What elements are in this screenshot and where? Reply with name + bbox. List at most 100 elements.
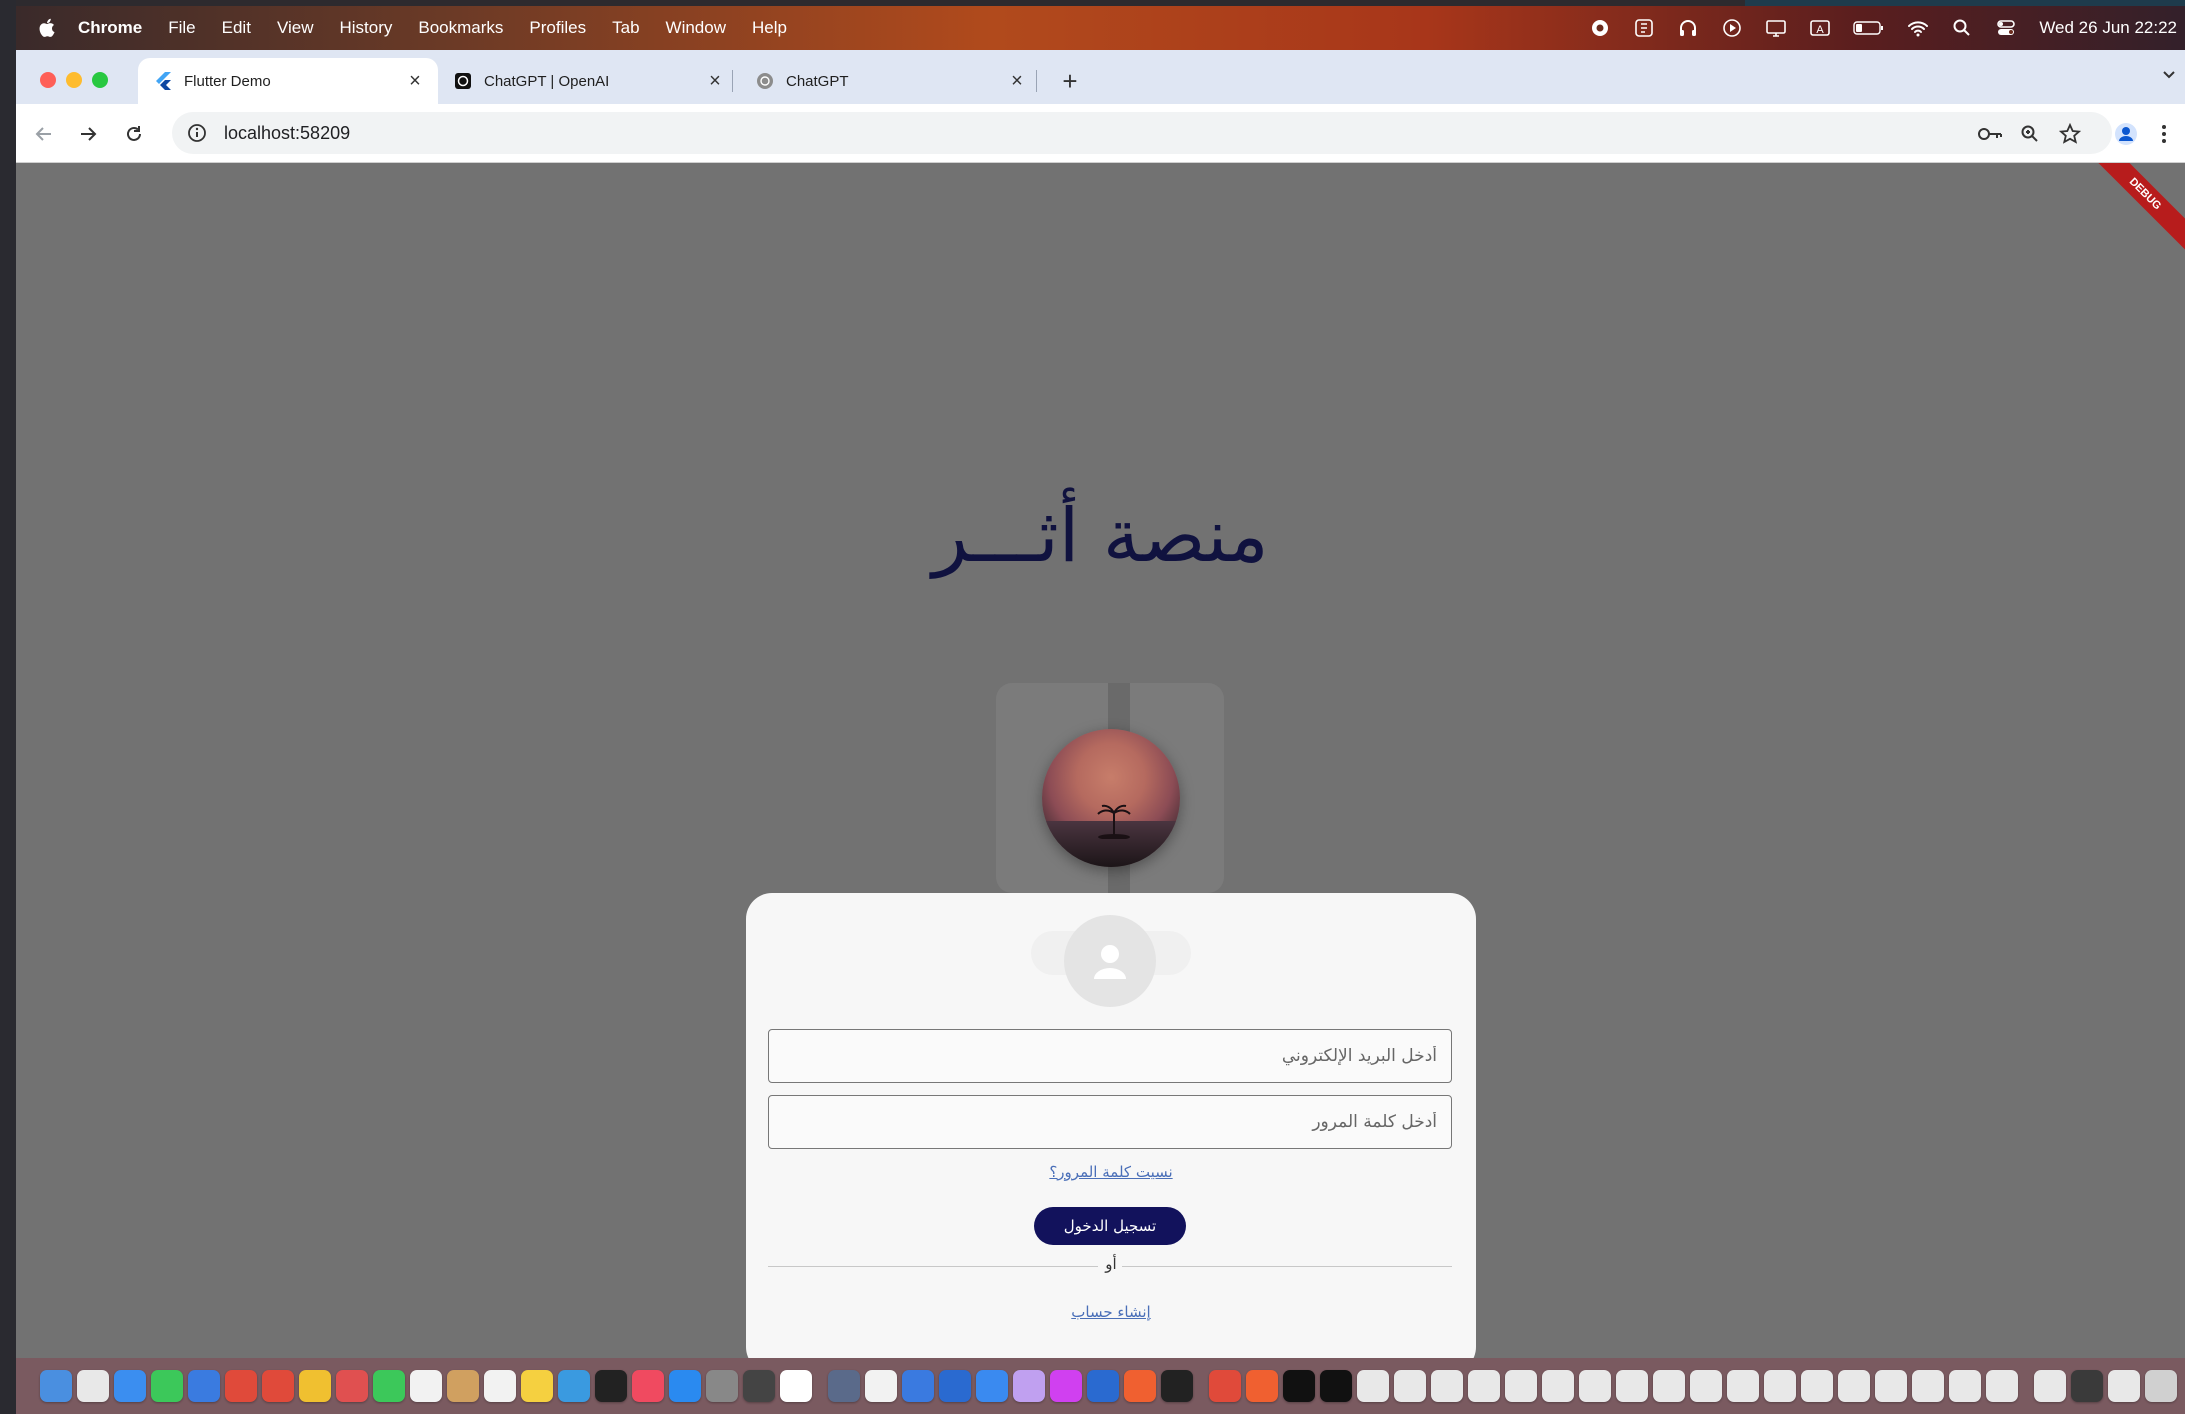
dock-app-icon[interactable] <box>1209 1370 1241 1402</box>
dock-app-icon[interactable] <box>1050 1370 1082 1402</box>
dock-app-icon[interactable] <box>1764 1370 1796 1402</box>
dock-app-icon[interactable] <box>40 1370 72 1402</box>
default-user-avatar-icon[interactable] <box>1064 915 1156 1007</box>
menu-history[interactable]: History <box>339 18 392 38</box>
dock-app-icon[interactable] <box>595 1370 627 1402</box>
dock-app-icon[interactable] <box>1320 1370 1352 1402</box>
menu-view[interactable]: View <box>277 18 314 38</box>
dock-app-icon[interactable] <box>902 1370 934 1402</box>
dock-app-icon[interactable] <box>1912 1370 1944 1402</box>
dock-app-icon[interactable] <box>1949 1370 1981 1402</box>
dock-app-icon[interactable] <box>828 1370 860 1402</box>
email-field[interactable] <box>768 1029 1452 1083</box>
forgot-password-link[interactable]: نسيت كلمة المرور؟ <box>746 1163 1476 1181</box>
menu-app-chrome[interactable]: Chrome <box>78 18 142 38</box>
login-button[interactable]: تسجيل الدخول <box>1034 1207 1186 1245</box>
dock-app-icon[interactable] <box>1542 1370 1574 1402</box>
profile-avatar-icon[interactable] <box>2112 120 2140 148</box>
zoom-icon[interactable] <box>2016 120 2044 148</box>
dock-app-icon[interactable] <box>1124 1370 1156 1402</box>
dock-app-icon[interactable] <box>1727 1370 1759 1402</box>
record-icon[interactable] <box>1589 17 1611 39</box>
tab-flutter-demo[interactable]: Flutter Demo × <box>138 58 438 104</box>
tab-close-icon[interactable]: × <box>1006 70 1028 92</box>
dock-app-icon[interactable] <box>1468 1370 1500 1402</box>
tab-chatgpt-openai[interactable]: ChatGPT | OpenAI × <box>438 58 738 104</box>
dock-app-icon[interactable] <box>2034 1370 2066 1402</box>
dock-app-icon[interactable] <box>1394 1370 1426 1402</box>
dock-app-icon[interactable] <box>1013 1370 1045 1402</box>
dock-app-icon[interactable] <box>1246 1370 1278 1402</box>
menubar-clock[interactable]: Wed 26 Jun 22:22 <box>2039 18 2177 38</box>
window-minimize-button[interactable] <box>66 72 82 88</box>
dock-app-icon[interactable] <box>1431 1370 1463 1402</box>
password-field[interactable] <box>768 1095 1452 1149</box>
dock-app-icon[interactable] <box>1986 1370 2018 1402</box>
dock-app-icon[interactable] <box>939 1370 971 1402</box>
dock-app-icon[interactable] <box>1653 1370 1685 1402</box>
dock-app-icon[interactable] <box>2108 1370 2140 1402</box>
wifi-icon[interactable] <box>1907 17 1929 39</box>
site-info-icon[interactable] <box>186 122 208 144</box>
dock-app-icon[interactable] <box>1161 1370 1193 1402</box>
menu-bookmarks[interactable]: Bookmarks <box>418 18 503 38</box>
dock-app-icon[interactable] <box>299 1370 331 1402</box>
display-icon[interactable] <box>1765 17 1787 39</box>
dock-app-icon[interactable] <box>2071 1370 2103 1402</box>
tab-chatgpt[interactable]: ChatGPT × <box>740 58 1040 104</box>
dock-app-icon[interactable] <box>521 1370 553 1402</box>
dock-app-icon[interactable] <box>336 1370 368 1402</box>
new-tab-button[interactable]: + <box>1052 64 1088 100</box>
dock-app-icon[interactable] <box>706 1370 738 1402</box>
dock-app-icon[interactable] <box>1579 1370 1611 1402</box>
control-center-icon[interactable] <box>1995 17 2017 39</box>
play-icon[interactable] <box>1721 17 1743 39</box>
menu-file[interactable]: File <box>168 18 195 38</box>
dock-app-icon[interactable] <box>1838 1370 1870 1402</box>
dock-app-icon[interactable] <box>77 1370 109 1402</box>
chrome-menu-icon[interactable] <box>2150 120 2178 148</box>
dock-app-icon[interactable] <box>262 1370 294 1402</box>
dock-app-icon[interactable] <box>780 1370 812 1402</box>
dock-app-icon[interactable] <box>1875 1370 1907 1402</box>
dock-app-icon[interactable] <box>865 1370 897 1402</box>
menu-help[interactable]: Help <box>752 18 787 38</box>
dock-app-icon[interactable] <box>114 1370 146 1402</box>
address-bar[interactable]: localhost:58209 <box>172 112 2112 154</box>
forward-arrow-icon[interactable] <box>74 120 102 148</box>
reload-icon[interactable] <box>120 120 148 148</box>
password-key-icon[interactable] <box>1976 120 2004 148</box>
address-url[interactable]: localhost:58209 <box>224 123 350 144</box>
menu-window[interactable]: Window <box>666 18 726 38</box>
tab-close-icon[interactable]: × <box>404 70 426 92</box>
dock-app-icon[interactable] <box>1801 1370 1833 1402</box>
password-input[interactable] <box>769 1096 1451 1148</box>
create-account-link[interactable]: إنشاء حساب <box>746 1303 1476 1321</box>
dock-app-icon[interactable] <box>151 1370 183 1402</box>
battery-icon[interactable] <box>1853 17 1885 39</box>
dock-app-icon[interactable] <box>558 1370 590 1402</box>
dock-app-icon[interactable] <box>1357 1370 1389 1402</box>
window-close-button[interactable] <box>40 72 56 88</box>
notes-icon[interactable] <box>1633 17 1655 39</box>
dock-app-icon[interactable] <box>669 1370 701 1402</box>
dock-app-icon[interactable] <box>2145 1370 2177 1402</box>
dock-app-icon[interactable] <box>743 1370 775 1402</box>
headphones-icon[interactable] <box>1677 17 1699 39</box>
dock-app-icon[interactable] <box>484 1370 516 1402</box>
dock-app-icon[interactable] <box>447 1370 479 1402</box>
window-zoom-button[interactable] <box>92 72 108 88</box>
back-arrow-icon[interactable] <box>30 120 58 148</box>
menu-edit[interactable]: Edit <box>222 18 251 38</box>
dock-app-icon[interactable] <box>632 1370 664 1402</box>
bookmark-star-icon[interactable] <box>2056 120 2084 148</box>
dock-app-icon[interactable] <box>1283 1370 1315 1402</box>
dock-app-icon[interactable] <box>373 1370 405 1402</box>
dock-app-icon[interactable] <box>976 1370 1008 1402</box>
email-input[interactable] <box>769 1030 1451 1082</box>
menu-tab[interactable]: Tab <box>612 18 639 38</box>
dock-app-icon[interactable] <box>410 1370 442 1402</box>
dock-app-icon[interactable] <box>188 1370 220 1402</box>
keyboard-input-icon[interactable]: A <box>1809 17 1831 39</box>
dock-app-icon[interactable] <box>1087 1370 1119 1402</box>
